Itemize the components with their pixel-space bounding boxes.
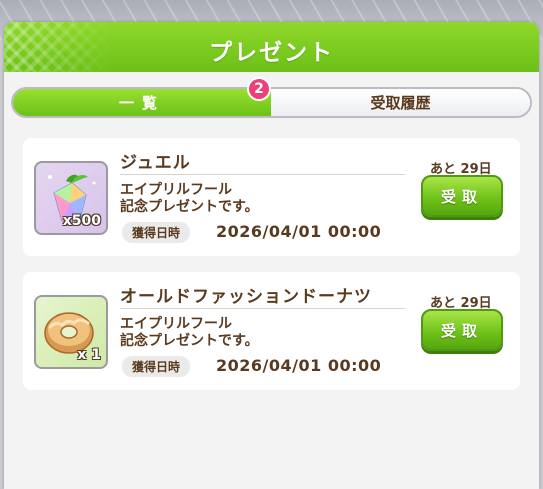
item-quantity: x500 <box>62 213 101 229</box>
donut-icon: x 1 <box>34 295 108 369</box>
item-name: オールドファッションドーナツ <box>120 287 372 307</box>
present-item: x500 ジュエル エイプリルフール 記念プレゼントです。 獲得日時 2026/… <box>23 138 520 256</box>
acquired-date: 2026/04/01 00:00 <box>216 356 382 375</box>
tab-list[interactable]: 一覧 <box>13 89 271 116</box>
present-dialog: プレゼント 一覧 受取履歴 2 x500 ジュエル エイプリルフール 記念プレゼ… <box>4 22 539 489</box>
item-description: エイプリルフール 記念プレゼントです。 <box>120 316 259 350</box>
jewel-icon: x500 <box>34 161 108 235</box>
item-name: ジュエル <box>120 153 191 173</box>
receive-button[interactable]: 受取 <box>421 309 503 351</box>
description-line: エイプリルフール <box>120 182 232 198</box>
present-item: x 1 オールドファッションドーナツ エイプリルフール 記念プレゼントです。 獲… <box>23 272 520 390</box>
receive-button[interactable]: 受取 <box>421 175 503 217</box>
tab-bar: 一覧 受取履歴 <box>11 87 532 118</box>
item-quantity: x 1 <box>77 347 101 363</box>
divider <box>120 308 405 309</box>
description-line: 記念プレゼントです。 <box>120 333 259 349</box>
description-line: 記念プレゼントです。 <box>120 199 259 215</box>
acquired-label: 獲得日時 <box>122 222 191 243</box>
dialog-title: プレゼント <box>209 40 334 66</box>
dialog-header: プレゼント <box>4 22 539 72</box>
unread-count-badge: 2 <box>247 77 271 101</box>
tab-receive-history[interactable]: 受取履歴 <box>271 89 530 116</box>
acquired-date: 2026/04/01 00:00 <box>216 222 382 241</box>
empty-list-area <box>4 402 539 489</box>
item-description: エイプリルフール 記念プレゼントです。 <box>120 182 259 216</box>
divider <box>120 174 405 175</box>
acquired-label: 獲得日時 <box>122 356 191 377</box>
description-line: エイプリルフール <box>120 316 232 332</box>
